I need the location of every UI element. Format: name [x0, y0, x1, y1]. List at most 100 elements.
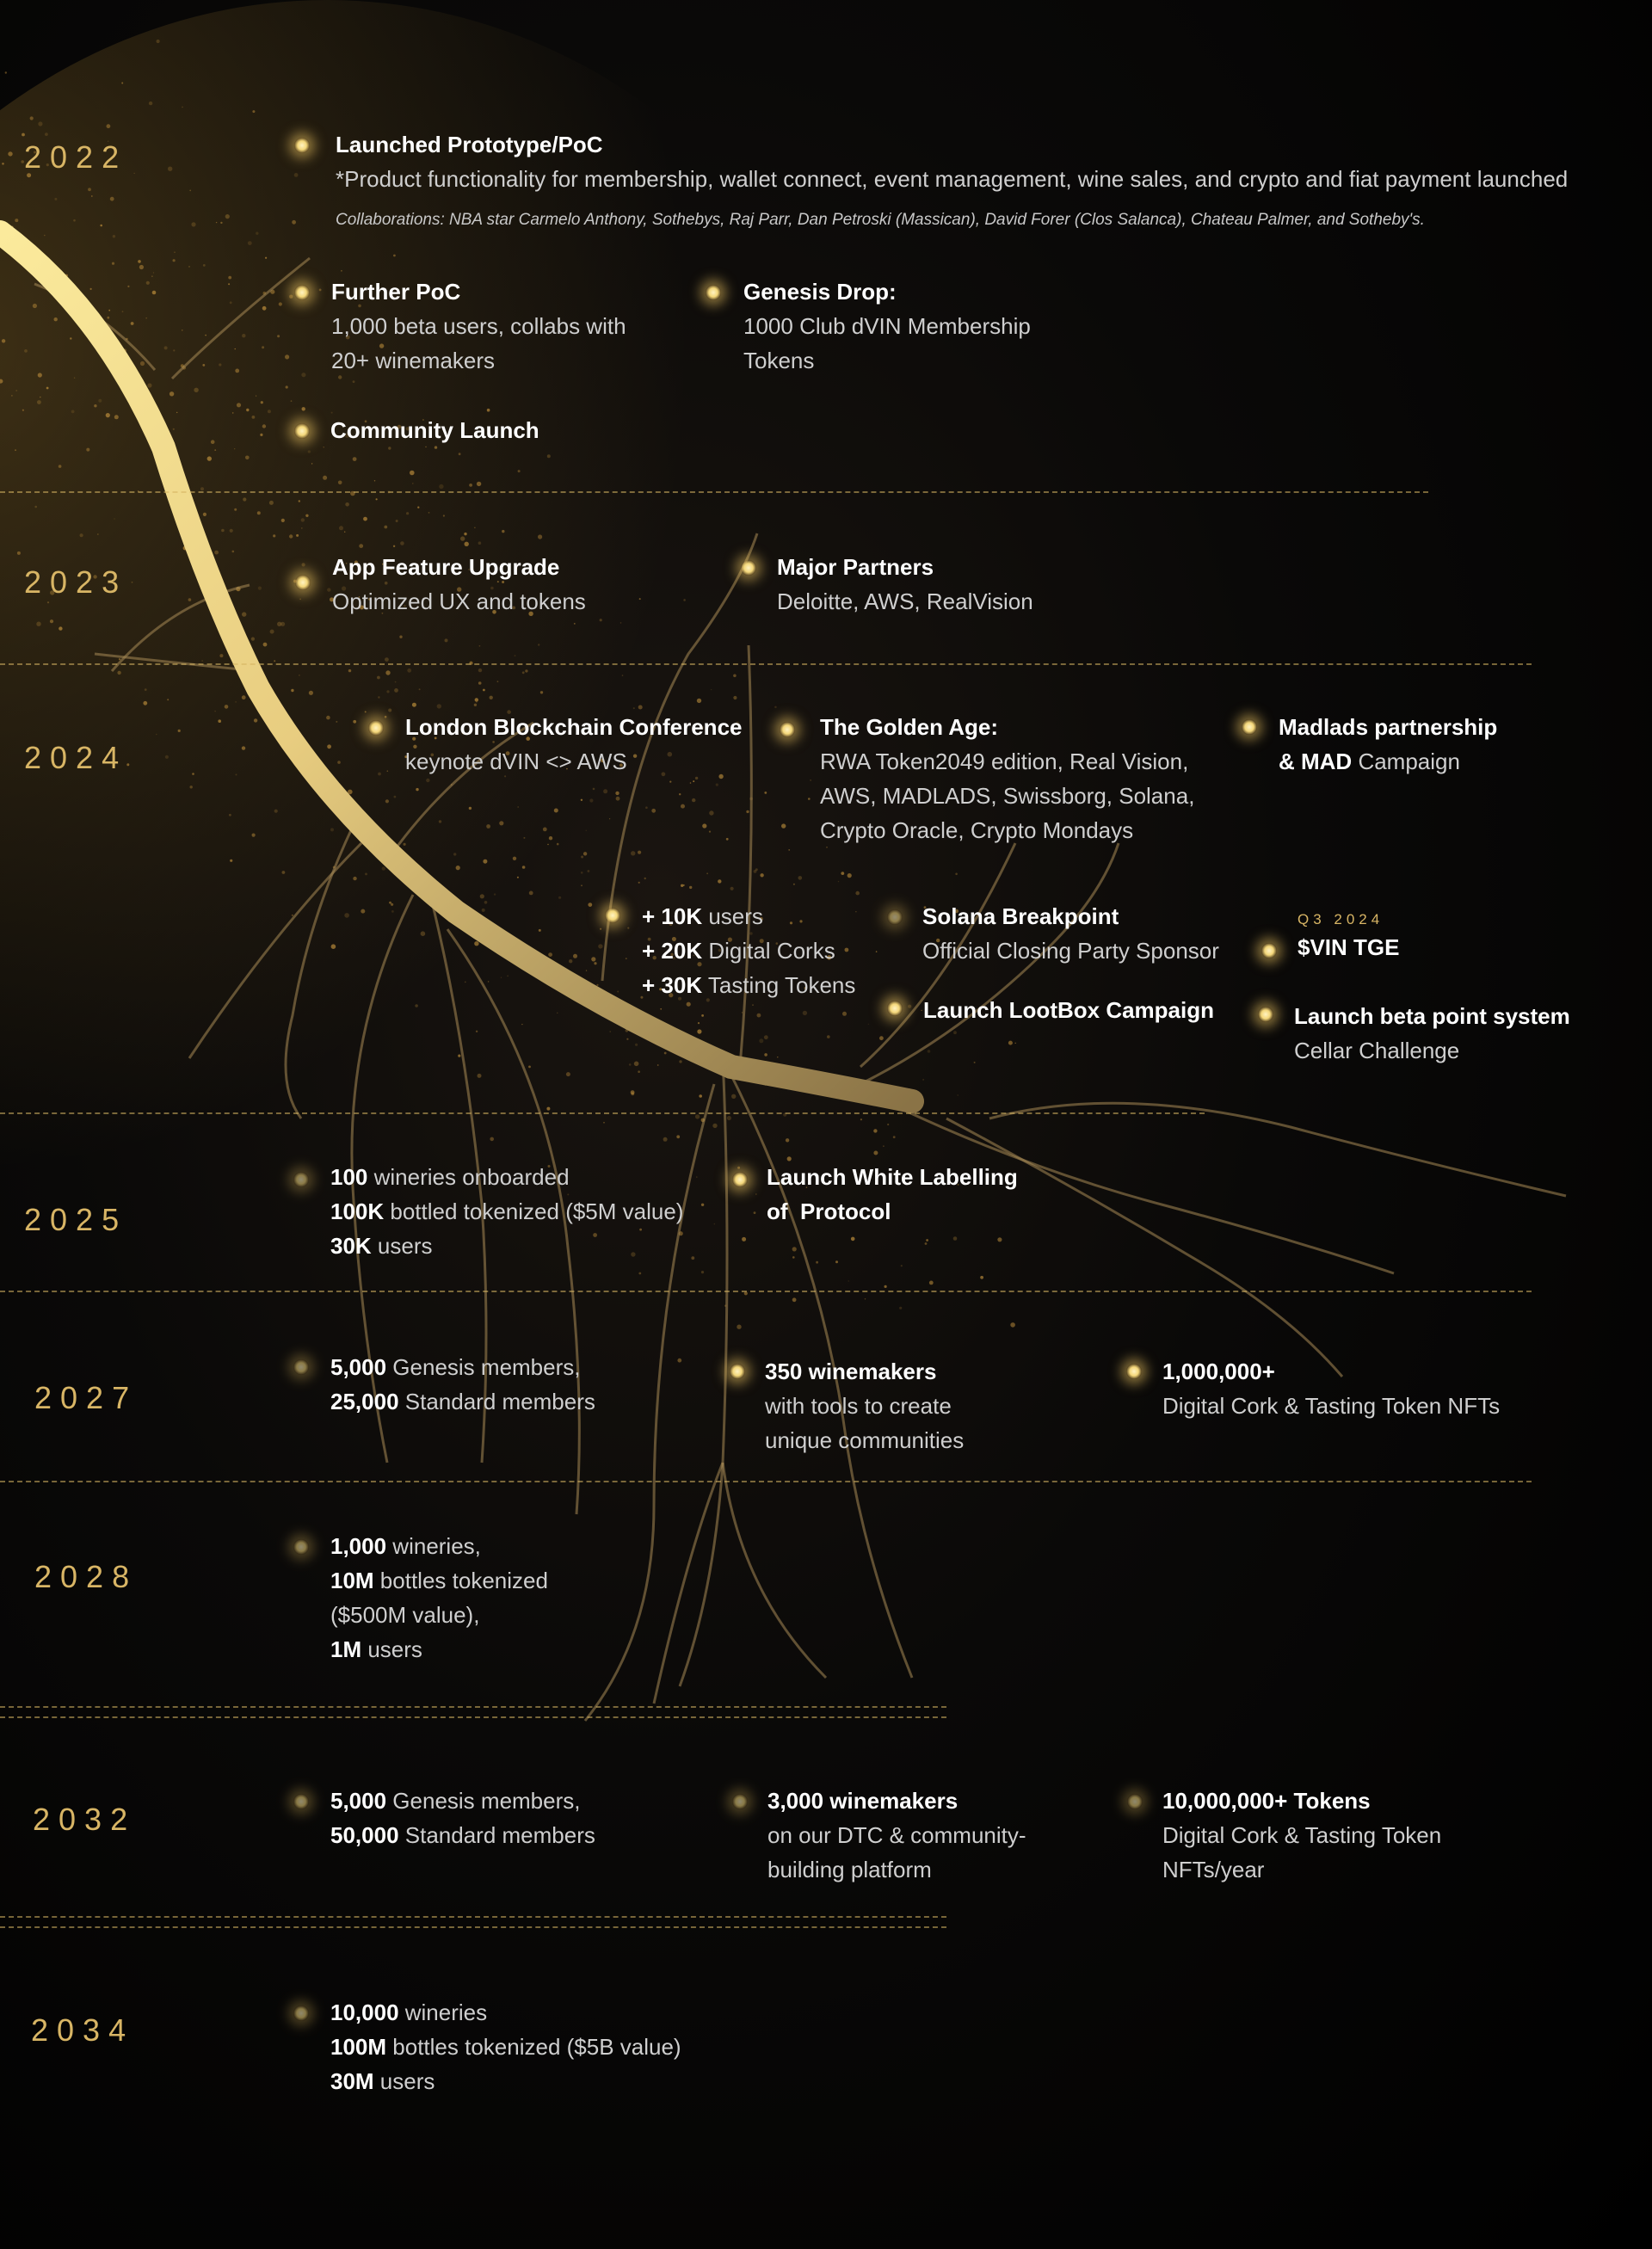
milestone-description: with tools to create unique communities	[765, 1393, 965, 1453]
stat-label: bottles tokenized ($5B value)	[386, 2034, 681, 2060]
stat-line: 25,000 Standard members	[330, 1384, 675, 1419]
year-label-2028: 2028	[34, 1559, 139, 1594]
milestone-title: Community Launch	[330, 417, 539, 443]
stat-line: 100M bottles tokenized ($5B value)	[330, 2030, 726, 2064]
milestone-solana-breakpoint: Solana Breakpoint Official Closing Party…	[922, 899, 1267, 968]
year-label-2025: 2025	[24, 1202, 128, 1237]
milestone-dot	[293, 2006, 309, 2021]
stat-value: 10M	[330, 1568, 374, 1593]
stat-line: 10M bottles tokenized	[330, 1563, 675, 1598]
milestone-description: Deloitte, AWS, RealVision	[777, 588, 1033, 614]
stat-label: Standard members	[398, 1822, 595, 1848]
year-label-2034: 2034	[31, 2012, 135, 2048]
stat-line: 30K users	[330, 1229, 726, 1263]
stat-label: Standard members	[398, 1389, 595, 1414]
stat-value: 50,000	[330, 1822, 399, 1848]
stat-value: 1M	[330, 1636, 362, 1662]
stat-line: 50,000 Standard members	[330, 1818, 675, 1852]
milestone-vin-tge: Q3 2024 $VIN TGE	[1298, 909, 1556, 964]
milestone-description: Official Closing Party Sponsor	[922, 938, 1219, 964]
stat-line: 100 wineries onboarded	[330, 1160, 726, 1194]
stat-line: + 30K Tasting Tokens	[642, 968, 900, 1002]
milestone-lootbox-campaign: Launch LootBox Campaign	[923, 993, 1267, 1027]
milestone-dot	[732, 1794, 748, 1809]
stat-line: 5,000 Genesis members,	[330, 1350, 675, 1384]
stat-value: 1,000	[330, 1533, 387, 1559]
milestone-wineries-2028: 1,000 wineries, 10M bottles tokenized ($…	[330, 1529, 675, 1667]
stat-label: wineries,	[386, 1533, 481, 1559]
milestone-description: on our DTC & community-building platform	[767, 1822, 1026, 1882]
milestone-dot	[368, 720, 384, 736]
milestone-title-line2: of Protocol	[767, 1198, 891, 1224]
milestone-title: Launch LootBox Campaign	[923, 997, 1214, 1023]
divider-2023-2024	[0, 663, 1532, 665]
stat-label: wineries onboarded	[367, 1164, 570, 1190]
milestone-madlads-partnership: Madlads partnership & MAD Campaign	[1279, 710, 1640, 779]
milestone-quarter-label: Q3 2024	[1298, 911, 1384, 927]
milestone-london-blockchain: London Blockchain Conference keynote dVI…	[405, 710, 818, 779]
stat-line: + 20K Digital Corks	[642, 933, 900, 968]
stat-line: 1M users	[330, 1632, 675, 1667]
stat-label: Genesis members,	[386, 1354, 581, 1380]
milestone-major-partners: Major Partners Deloitte, AWS, RealVision	[777, 550, 1207, 619]
milestone-tokens-2032: 10,000,000+ Tokens Digital Cork & Tastin…	[1162, 1784, 1472, 1887]
milestone-dot	[294, 285, 310, 300]
milestone-title: The Golden Age:	[820, 714, 999, 740]
stat-label: wineries	[398, 1999, 488, 2025]
divider-2032-2034-b	[0, 1926, 946, 1928]
milestone-title: Further PoC	[331, 279, 461, 305]
milestone-dot	[732, 1172, 748, 1187]
stat-label: users	[373, 2068, 435, 2094]
milestone-title: 10,000,000+ Tokens	[1162, 1788, 1371, 1814]
milestone-title: London Blockchain Conference	[405, 714, 743, 740]
divider-2024-2025	[0, 1112, 1205, 1114]
milestone-description: & MAD Campaign	[1279, 749, 1460, 774]
roadmap-timeline: 2022 2023 2024 2025 2027 2028 2032 2034 …	[0, 0, 1652, 2249]
milestone-dot	[1126, 1364, 1142, 1379]
divider-2022-2023	[0, 491, 1428, 493]
milestone-title: Solana Breakpoint	[922, 903, 1119, 929]
stat-value: 5,000	[330, 1788, 387, 1814]
divider-2028-2032-a	[0, 1706, 946, 1708]
milestone-description: Digital Cork & Tasting Token NFTs	[1162, 1393, 1501, 1419]
stat-value: 100	[330, 1164, 368, 1190]
milestone-dot	[293, 1794, 309, 1809]
stat-value: 25,000	[330, 1389, 399, 1414]
milestone-genesis-drop: Genesis Drop: 1000 Club dVIN Membership …	[743, 274, 1070, 378]
milestone-user-growth-2024: + 10K users + 20K Digital Corks + 30K Ta…	[642, 899, 900, 1002]
milestone-dot	[730, 1364, 745, 1379]
milestone-description: *Product functionality for membership, w…	[336, 166, 1569, 192]
milestone-wineries-2025: 100 wineries onboarded 100K bottled toke…	[330, 1160, 726, 1263]
stat-value: 30K	[330, 1233, 372, 1259]
milestone-dot	[1242, 719, 1257, 735]
stat-line: + 10K users	[642, 899, 900, 933]
milestone-title: Launched Prototype/PoC	[336, 132, 603, 157]
milestone-title: Launch White Labelling	[767, 1164, 1018, 1190]
milestone-nfts-2027: 1,000,000+ Digital Cork & Tasting Token …	[1162, 1354, 1575, 1423]
milestone-community-launch: Community Launch	[330, 413, 761, 447]
milestone-dot	[706, 285, 721, 300]
stat-value: 10,000	[330, 1999, 399, 2025]
stat-line: 100K bottled tokenized ($5M value)	[330, 1194, 726, 1229]
stat-label: users	[361, 1636, 422, 1662]
year-label-2022: 2022	[24, 139, 128, 175]
milestone-further-poc: Further PoC 1,000 beta users, collabs wi…	[331, 274, 641, 378]
milestone-members-2032: 5,000 Genesis members, 50,000 Standard m…	[330, 1784, 675, 1852]
milestone-dot	[780, 722, 795, 737]
milestone-collaborations-note: Collaborations: NBA star Carmelo Anthony…	[336, 211, 1425, 229]
stat-value: 30M	[330, 2068, 374, 2094]
milestone-wineries-2034: 10,000 wineries 100M bottles tokenized (…	[330, 1995, 726, 2098]
milestone-title: App Feature Upgrade	[332, 554, 560, 580]
milestone-launched-prototype: Launched Prototype/PoC *Product function…	[336, 127, 1626, 237]
milestone-winemakers-2032: 3,000 winemakers on our DTC & community-…	[767, 1784, 1051, 1887]
milestone-description: 1000 Club dVIN Membership Tokens	[743, 313, 1031, 373]
milestone-dot	[293, 1359, 309, 1375]
milestone-title: 3,000 winemakers	[767, 1788, 959, 1814]
stat-label: ($500M value),	[330, 1602, 480, 1628]
stat-line: 1,000 wineries,	[330, 1529, 675, 1563]
milestone-beta-point-system: Launch beta point system Cellar Challeng…	[1294, 999, 1638, 1068]
milestone-dot	[887, 909, 903, 925]
stat-value: + 10K	[642, 903, 703, 929]
stat-value: 100M	[330, 2034, 387, 2060]
milestone-description-text: Campaign	[1352, 749, 1460, 774]
